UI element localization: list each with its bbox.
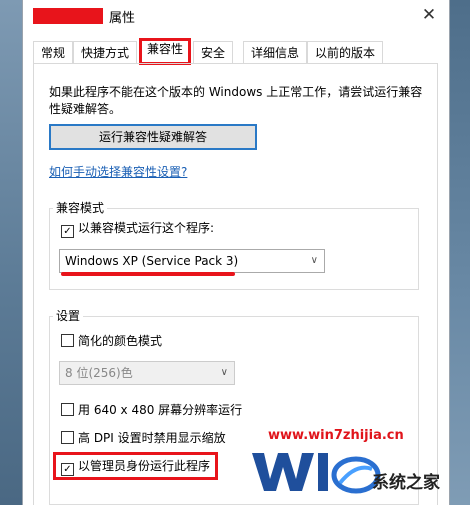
close-button[interactable]: ✕ [419, 5, 439, 25]
compat-mode-checkbox-row[interactable]: ✓ 以兼容模式运行这个程序: [61, 221, 215, 238]
redacted-program-name [33, 8, 103, 24]
run-admin-row[interactable]: ✓ 以管理员身份运行此程序 [61, 459, 211, 476]
os-version-dropdown[interactable]: Windows XP (Service Pack 3) ∨ [59, 249, 325, 273]
high-dpi-checkbox[interactable] [61, 431, 74, 444]
color-depth-value: 8 位(256)色 [65, 366, 133, 380]
os-version-value: Windows XP (Service Pack 3) [65, 254, 239, 268]
high-dpi-row[interactable]: 高 DPI 设置时禁用显示缩放 [61, 431, 226, 447]
chevron-down-icon: ∨ [220, 367, 228, 378]
tab-compatibility[interactable]: 兼容性 [139, 38, 191, 65]
run-admin-label: 以管理员身份运行此程序 [78, 459, 211, 473]
run-admin-checkbox[interactable]: ✓ [61, 463, 74, 476]
settings-label: 设置 [53, 307, 84, 324]
tab-shortcut[interactable]: 快捷方式 [73, 41, 137, 63]
watermark-url: www.win7zhijia.cn [268, 428, 404, 443]
compat-description: 如果此程序不能在这个版本的 Windows 上正常工作，请尝试运行兼容性疑难解答… [49, 85, 423, 116]
chevron-down-icon: ∨ [310, 255, 318, 266]
reduced-color-checkbox[interactable] [61, 334, 74, 347]
color-depth-dropdown[interactable]: 8 位(256)色 ∨ [59, 361, 235, 385]
tab-security[interactable]: 安全 [193, 41, 233, 63]
res-640-row[interactable]: 用 640 x 480 屏幕分辨率运行 [61, 403, 242, 419]
watermark-brand-text: 系统之家 [372, 473, 440, 493]
highlight-underline [61, 272, 235, 276]
compat-mode-checkbox-label: 以兼容模式运行这个程序: [78, 221, 215, 235]
tab-details[interactable]: 详细信息 [243, 41, 307, 63]
window-title: 属性 [109, 11, 136, 26]
compat-mode-checkbox[interactable]: ✓ [61, 225, 74, 238]
desktop-background-left [0, 0, 22, 505]
compat-mode-label: 兼容模式 [53, 199, 108, 216]
res-640-label: 用 640 x 480 屏幕分辨率运行 [78, 403, 243, 417]
high-dpi-label: 高 DPI 设置时禁用显示缩放 [78, 431, 226, 445]
reduced-color-row[interactable]: 简化的颜色模式 [61, 334, 162, 350]
reduced-color-label: 简化的颜色模式 [78, 334, 163, 348]
tab-previous-versions[interactable]: 以前的版本 [307, 41, 383, 63]
manual-settings-link[interactable]: 如何手动选择兼容性设置? [49, 163, 187, 180]
tab-general[interactable]: 常规 [33, 41, 73, 63]
desktop-background-right [448, 0, 470, 505]
troubleshoot-button[interactable]: 运行兼容性疑难解答 [49, 124, 257, 150]
res-640-checkbox[interactable] [61, 403, 74, 416]
title-bar: 属性 ✕ [23, 0, 449, 32]
